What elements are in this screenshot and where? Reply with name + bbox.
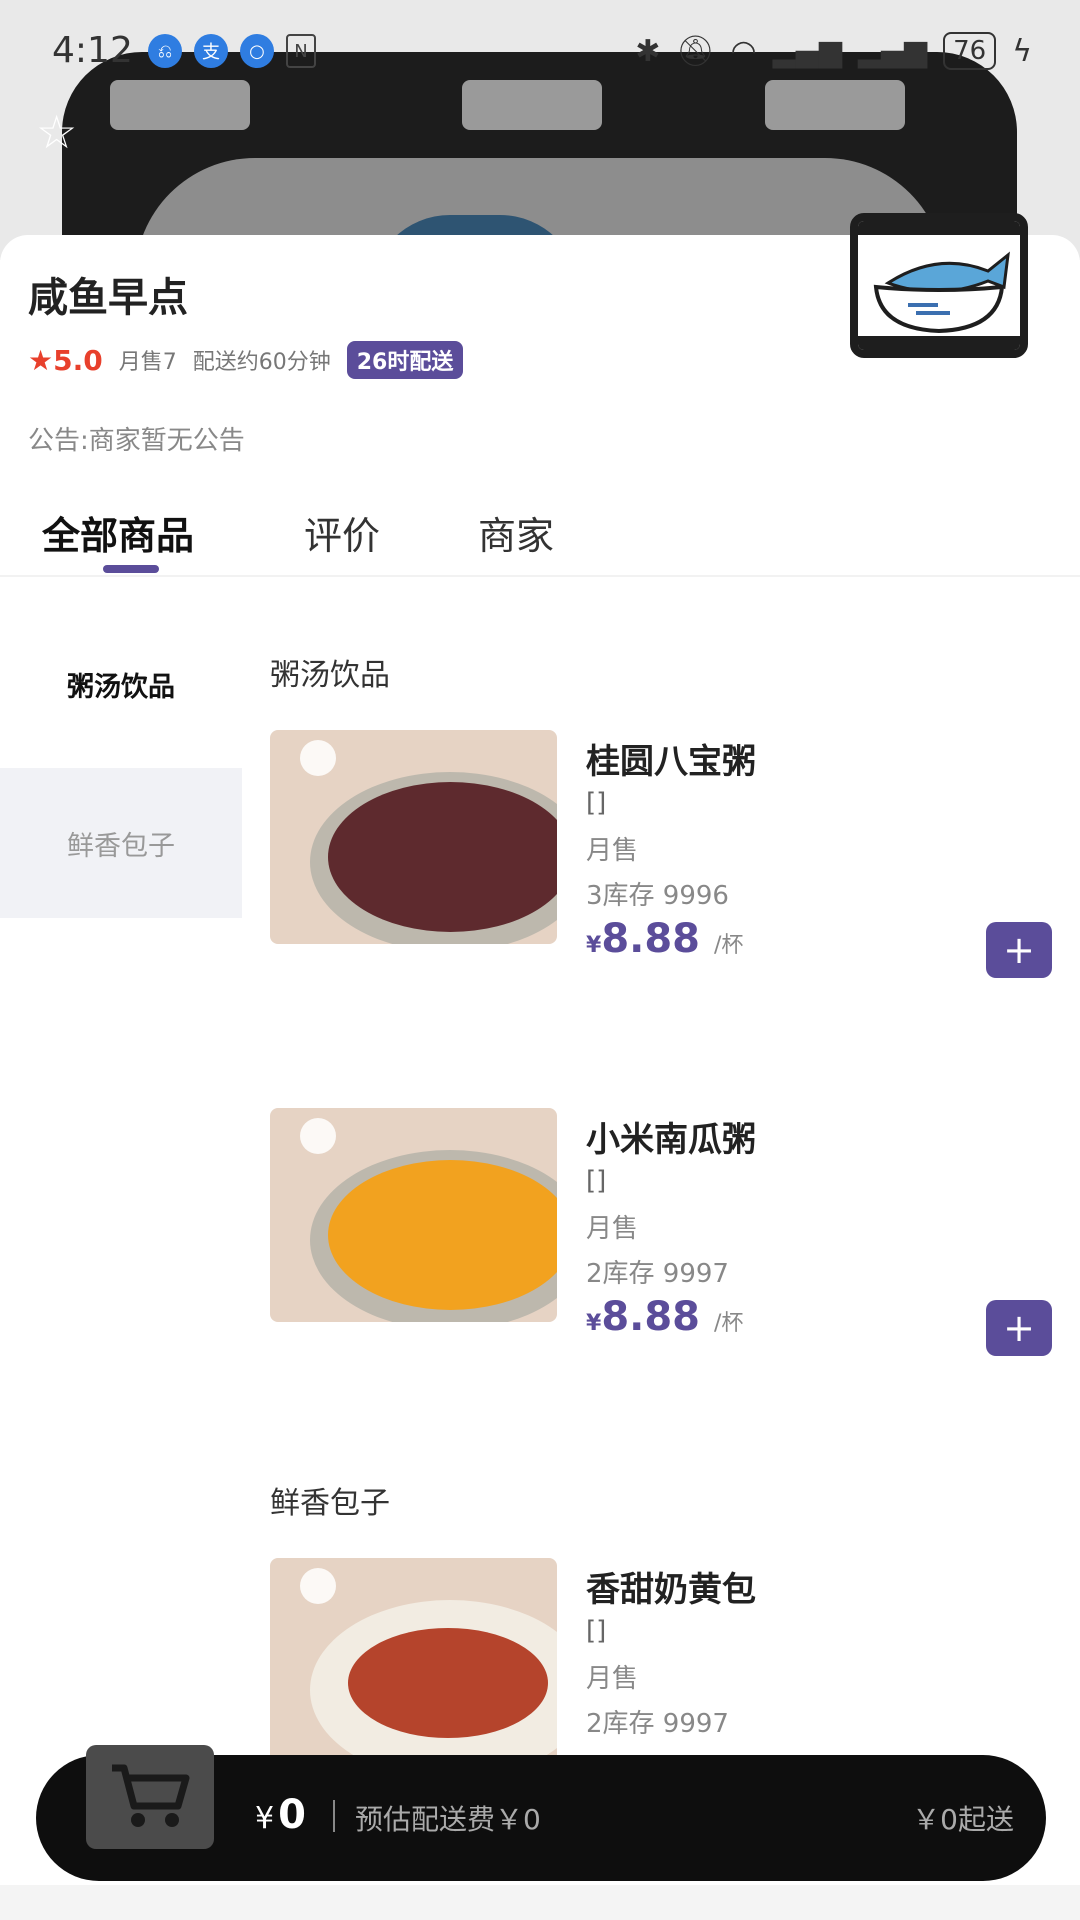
section-title: 鲜香包子	[270, 1486, 390, 1521]
cart-total: ¥0	[255, 1792, 306, 1838]
store-tabs: 全部商品 评价 商家	[0, 495, 1080, 575]
category-item-buns[interactable]: 鲜香包子	[0, 768, 242, 918]
shopping-cart-icon[interactable]	[86, 1745, 214, 1849]
product-desc: []	[586, 788, 607, 818]
rating-value: 5.0	[53, 343, 103, 377]
product-sales: 月售	[586, 1214, 639, 1244]
price-unit: /杯	[714, 933, 744, 958]
chef-icon	[300, 1118, 336, 1154]
product-card[interactable]: 小米南瓜粥 [] 月售 2库存 9997 ¥8.88/杯 +	[270, 1108, 1060, 1356]
bluetooth-icon: ✱	[635, 33, 661, 69]
tab-merchant[interactable]: 商家	[478, 505, 554, 560]
product-sales: 月售	[586, 836, 639, 866]
price-currency: ¥	[586, 933, 602, 958]
product-image	[270, 730, 557, 944]
alipay-icon: 支	[194, 34, 228, 68]
category-item-porridge[interactable]: 粥汤饮品	[0, 620, 242, 748]
product-price: ¥8.88/杯	[586, 916, 743, 962]
product-image-food	[328, 782, 557, 932]
product-sales: 月售	[586, 1664, 639, 1694]
signal-icon: ▂▄▆	[772, 33, 842, 69]
status-time: 4:12	[52, 30, 133, 71]
active-tab-indicator	[103, 565, 159, 573]
nfc-icon: N	[286, 34, 316, 68]
product-desc: []	[586, 1166, 607, 1196]
wifi-icon: ◠	[730, 33, 757, 69]
price-currency: ¥	[586, 1311, 602, 1336]
tab-all-products[interactable]: 全部商品	[42, 505, 194, 560]
product-image	[270, 1108, 557, 1322]
product-name: 桂圆八宝粥	[586, 742, 756, 782]
minimum-order: ￥0起送	[912, 1803, 1014, 1836]
store-notice: 公告:商家暂无公告	[28, 426, 245, 456]
product-image-food	[328, 1160, 557, 1310]
product-image	[270, 1558, 557, 1772]
monthly-sales: 月售7	[118, 350, 177, 375]
product-card[interactable]: 香甜奶黄包 [] 月售 2库存 9997	[270, 1558, 1060, 1778]
product-image-food	[348, 1628, 548, 1738]
product-stock: 2库存 9997	[586, 1709, 729, 1739]
product-stock: 2库存 9997	[586, 1259, 729, 1289]
signal-icon: ▂▄▆	[857, 33, 928, 69]
star-icon: ★	[28, 343, 54, 377]
battery-indicator: 76	[943, 32, 997, 70]
banner-slot	[462, 80, 602, 130]
star-outline-icon[interactable]: ☆	[36, 105, 77, 159]
delivery-badge: 26时配送	[346, 341, 464, 379]
divider	[333, 1800, 335, 1832]
chef-icon	[300, 740, 336, 776]
store-meta: ★5.0 月售7 配送约60分钟 26时配送	[28, 341, 464, 379]
delivery-time: 配送约60分钟	[192, 350, 331, 375]
plus-icon: +	[1003, 1306, 1035, 1350]
product-name: 小米南瓜粥	[586, 1120, 756, 1160]
bottom-area	[0, 1885, 1080, 1920]
product-desc: []	[586, 1616, 607, 1646]
status-bar: 4:12 ⎌ 支 ○ N ✱ 🔕︎ ◠ ▂▄▆ ▂▄▆ 76 ϟ	[0, 22, 1080, 78]
mute-icon: 🔕︎	[676, 33, 715, 69]
section-title: 粥汤饮品	[270, 658, 390, 693]
divider	[0, 575, 1080, 577]
product-stock: 3库存 9996	[586, 881, 729, 911]
add-to-cart-button[interactable]: +	[986, 922, 1052, 978]
cart-total-value: 0	[278, 1792, 306, 1838]
store-logo	[850, 213, 1028, 358]
price-value: 8.88	[601, 916, 701, 962]
product-card[interactable]: 桂圆八宝粥 [] 月售 3库存 9996 ¥8.88/杯 +	[270, 730, 1060, 978]
plus-icon: +	[1003, 928, 1035, 972]
delivery-fee: 预估配送费￥0	[355, 1803, 541, 1836]
app-notification-icon: ○	[240, 34, 274, 68]
category-sidebar: 粥汤饮品 鲜香包子	[0, 620, 242, 918]
charging-icon: ϟ	[1012, 33, 1032, 69]
product-price: ¥8.88/杯	[586, 1294, 743, 1340]
price-value: 8.88	[601, 1294, 701, 1340]
chef-icon	[300, 1568, 336, 1604]
cart-currency: ¥	[255, 1801, 275, 1836]
notification-icons: ⎌ 支 ○ N	[148, 34, 316, 68]
price-unit: /杯	[714, 1311, 744, 1336]
banner-slot	[765, 80, 905, 130]
system-icons: ✱ 🔕︎ ◠ ▂▄▆ ▂▄▆ 76 ϟ	[635, 32, 1032, 70]
shopping-cart-icon	[112, 1764, 190, 1827]
store-rating: ★5.0	[28, 344, 103, 377]
product-name: 香甜奶黄包	[586, 1570, 756, 1610]
usb-icon: ⎌	[148, 34, 182, 68]
banner-slot	[110, 80, 250, 130]
fish-bowl-icon	[873, 251, 1010, 334]
add-to-cart-button[interactable]: +	[986, 1300, 1052, 1356]
tab-reviews[interactable]: 评价	[304, 505, 380, 560]
store-name: 咸鱼早点	[28, 275, 188, 321]
